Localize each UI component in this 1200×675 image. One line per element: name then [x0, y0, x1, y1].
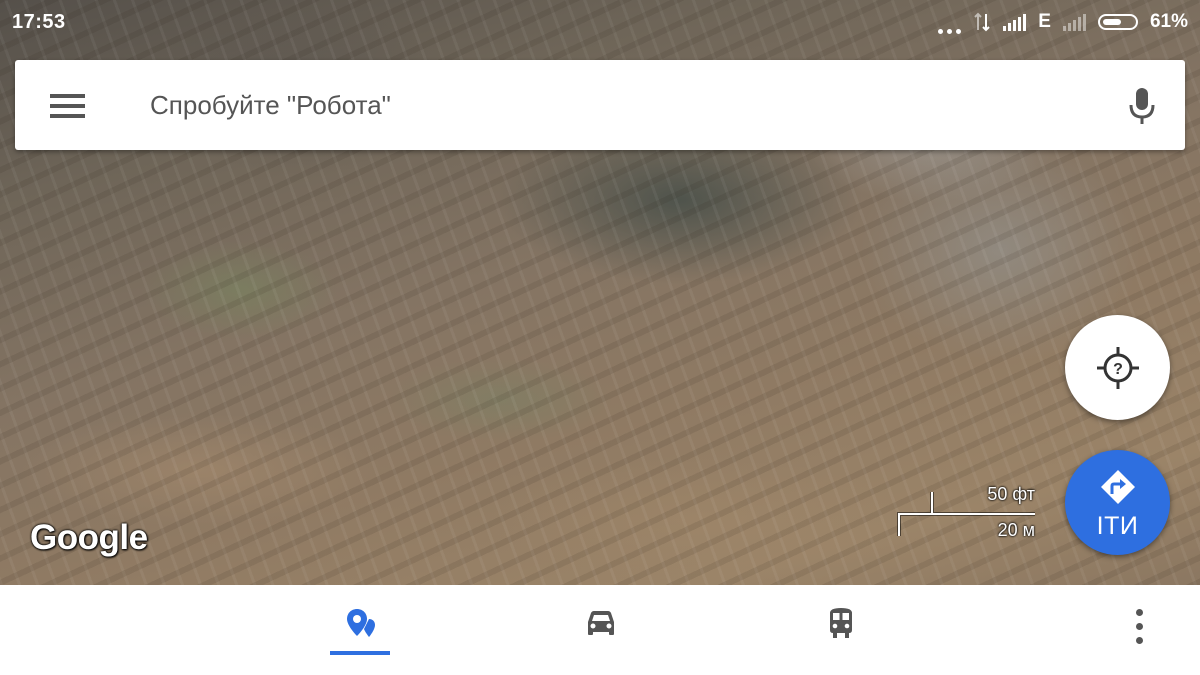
- battery-percent: 61%: [1149, 11, 1188, 32]
- network-type: E: [1038, 11, 1051, 32]
- bottom-navigation: [0, 585, 1200, 675]
- directions-icon: [1101, 470, 1135, 504]
- map-scale: 50 фт 20 м: [895, 482, 1040, 542]
- battery-level: [1102, 19, 1121, 25]
- my-location-button[interactable]: ?: [1065, 315, 1170, 420]
- scale-label-feet: 50 фт: [987, 484, 1035, 504]
- status-bar: 17:53 E 61%: [0, 0, 1200, 46]
- hamburger-menu-icon[interactable]: [50, 94, 86, 118]
- my-location-unknown-icon: ?: [1097, 347, 1139, 389]
- active-tab-indicator: [330, 651, 390, 655]
- secondary-signal-icon: [1062, 13, 1086, 31]
- notification-dots-icon: [938, 10, 962, 34]
- maps-screen: 17:53 E 61% Спробуйте "Робота" Google 50…: [0, 0, 1200, 675]
- explore-pin-icon: [347, 609, 375, 637]
- data-transfer-icon: [974, 12, 990, 32]
- microphone-icon[interactable]: [1127, 86, 1157, 126]
- tab-explore[interactable]: [315, 585, 405, 675]
- train-icon: [830, 608, 852, 638]
- google-logo: Google: [30, 518, 148, 557]
- status-icons: E 61%: [938, 10, 1188, 34]
- directions-label: ІТИ: [1096, 512, 1139, 540]
- tab-transit[interactable]: [795, 585, 885, 675]
- search-bar: [15, 60, 1185, 150]
- tab-driving[interactable]: [555, 585, 645, 675]
- search-input[interactable]: [150, 86, 1050, 124]
- svg-text:?: ?: [1113, 361, 1123, 378]
- directions-button[interactable]: ІТИ: [1065, 450, 1170, 555]
- car-icon: [588, 611, 614, 635]
- status-time: 17:53: [12, 11, 66, 33]
- battery-icon: [1097, 14, 1138, 30]
- signal-strength-icon: [1003, 13, 1027, 31]
- more-vert-icon[interactable]: [1120, 605, 1160, 649]
- scale-label-meters: 20 м: [997, 520, 1035, 540]
